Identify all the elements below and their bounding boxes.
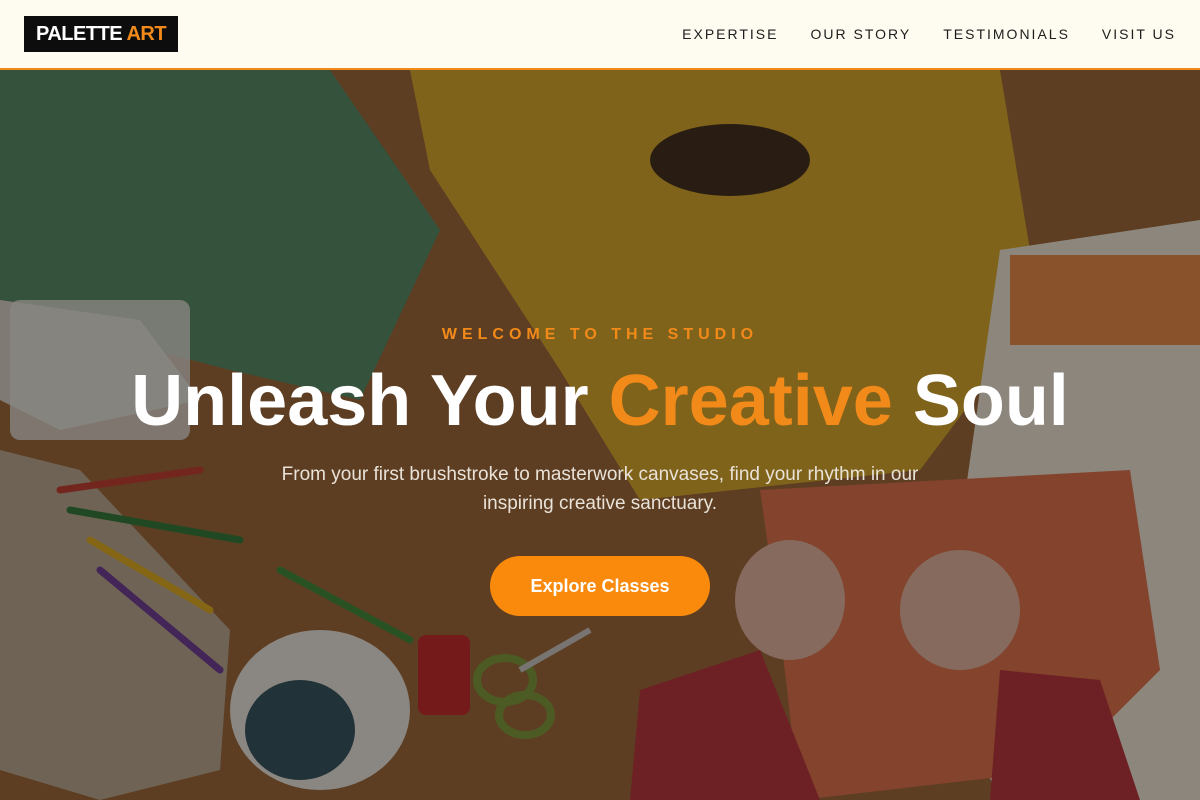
hero-eyebrow: WELCOME TO THE STUDIO bbox=[441, 326, 759, 343]
nav-link-our-story[interactable]: OUR STORY bbox=[810, 26, 911, 42]
logo-main-text: PALETTE bbox=[36, 23, 123, 45]
hero-content: WELCOME TO THE STUDIO Unleash Your Creat… bbox=[0, 70, 1200, 800]
nav-link-testimonials[interactable]: TESTIMONIALS bbox=[943, 26, 1070, 42]
nav-link-expertise[interactable]: EXPERTISE bbox=[682, 26, 778, 42]
headline-part-1: Unleash Your bbox=[131, 361, 609, 441]
hero-section: WELCOME TO THE STUDIO Unleash Your Creat… bbox=[0, 70, 1200, 800]
explore-classes-button[interactable]: Explore Classes bbox=[490, 556, 710, 616]
nav-link-visit-us[interactable]: VISIT US bbox=[1102, 26, 1176, 42]
headline-highlight: Creative bbox=[608, 361, 893, 441]
logo[interactable]: PALETTE ART bbox=[24, 16, 179, 52]
hero-headline: Unleash Your Creative Soul bbox=[0, 356, 1200, 446]
main-nav: EXPERTISE OUR STORY TESTIMONIALS VISIT U… bbox=[682, 0, 1176, 68]
headline-part-2: Soul bbox=[892, 361, 1069, 441]
site-header: PALETTE ART EXPERTISE OUR STORY TESTIMON… bbox=[0, 0, 1200, 70]
logo-accent-text: ART bbox=[126, 23, 167, 45]
hero-subtitle: From your first brushstroke to masterwor… bbox=[281, 464, 919, 514]
